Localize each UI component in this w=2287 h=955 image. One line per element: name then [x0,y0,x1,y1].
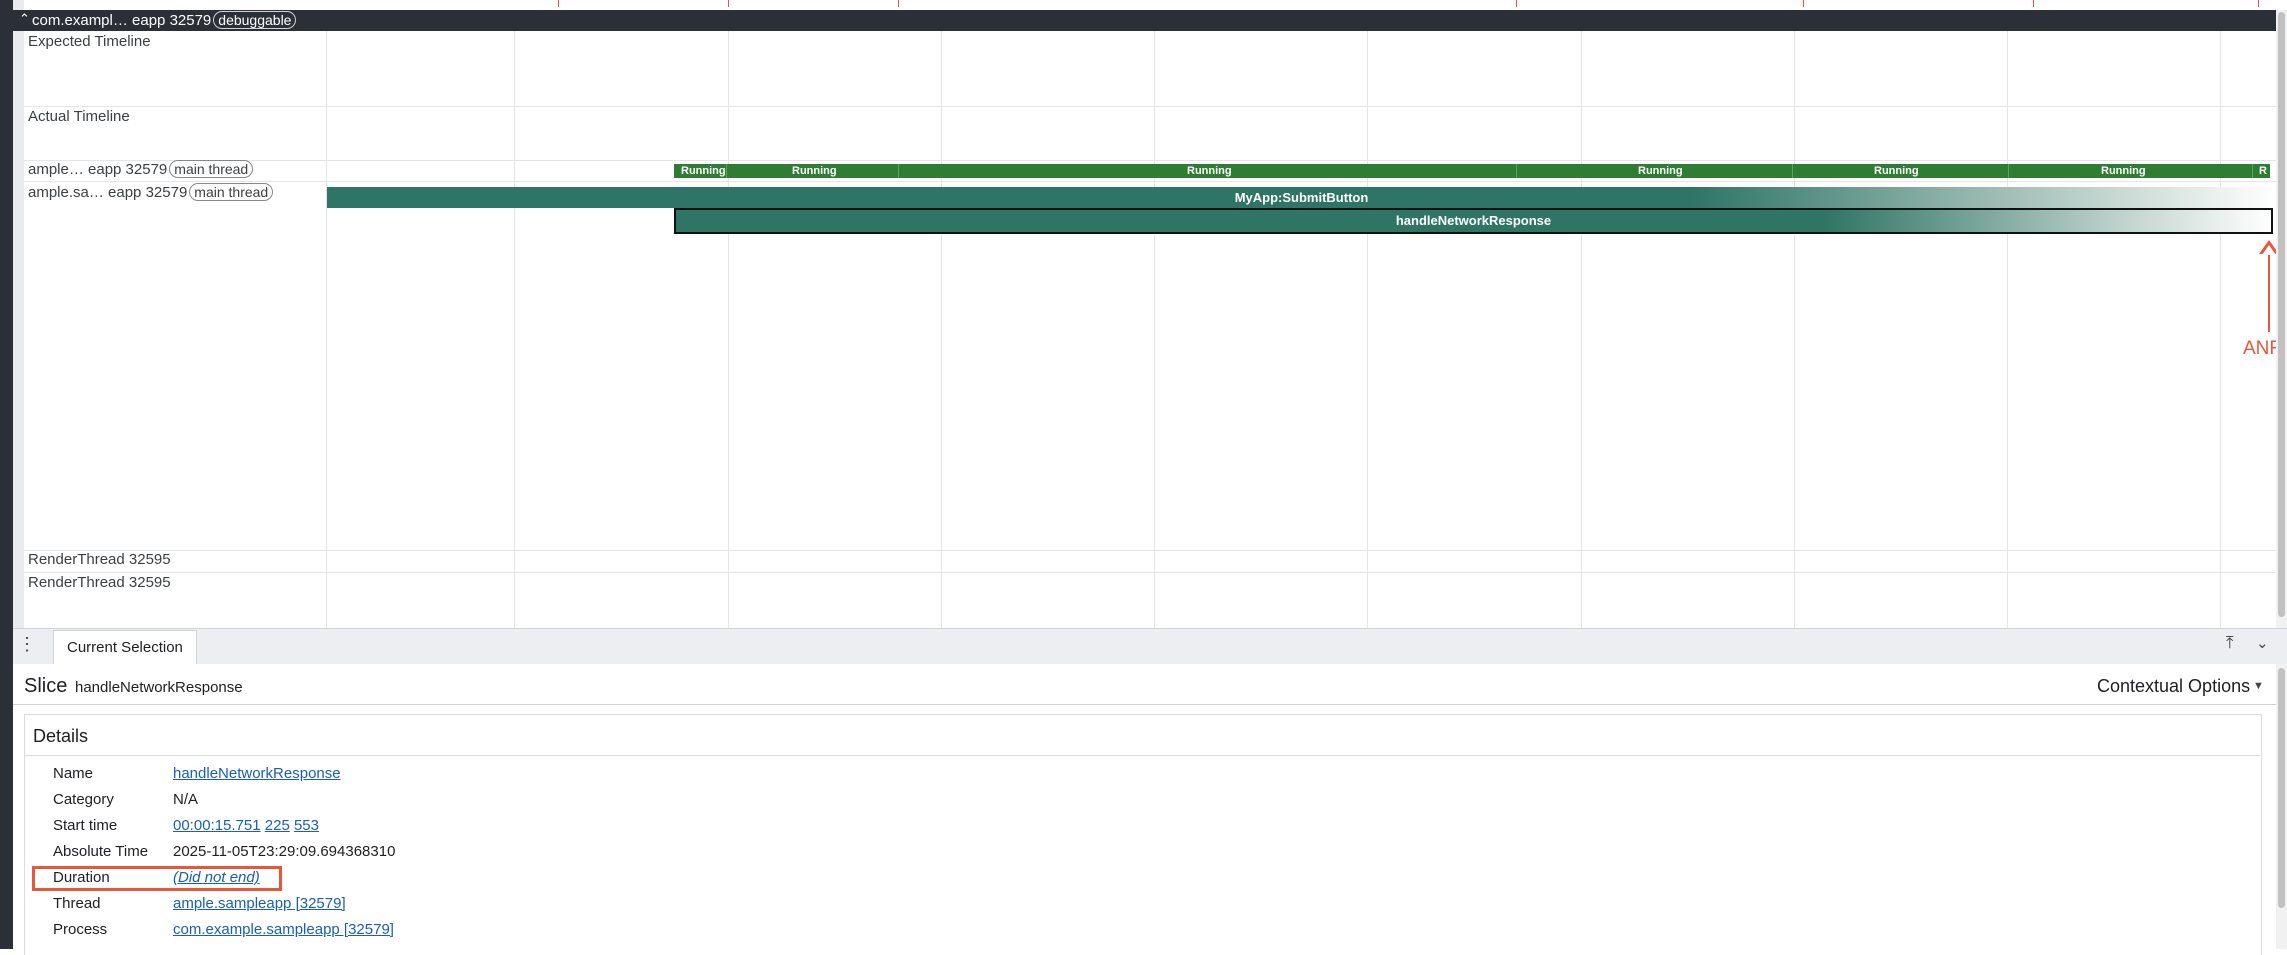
detail-value-thread-link[interactable]: ample.sampleapp [32579] [173,895,346,912]
debuggable-badge: debuggable [213,11,297,29]
grid-line [514,31,515,628]
state-separator [726,164,727,178]
details-section [24,714,2262,955]
process-name-text: com.exampl… eapp 32579 [32,12,212,29]
anr-arrow [2268,250,2270,332]
grid-line [1367,31,1368,628]
running-label: Running [681,165,726,177]
ruler-tick [1516,0,1517,7]
slice-handle-network-response[interactable]: handleNetworkResponse [674,208,2273,234]
main-thread-badge: main thread [189,183,274,201]
detail-value-start-time[interactable]: 00:00:15.751 225 553 [173,817,319,834]
time-ruler [24,0,2287,10]
divider [13,704,2276,705]
start-time-nano[interactable]: 553 [294,817,319,834]
track-divider [24,160,2276,161]
details-scrollbar-thumb[interactable] [2278,668,2285,908]
process-track-header[interactable]: ⌃ com.exampl… eapp 32579 debuggable [13,10,2276,31]
main-thread-badge: main thread [169,160,254,178]
ruler-tick [1803,0,1804,7]
divider [25,755,2260,756]
track-render-thread[interactable]: RenderThread 32595 [28,574,171,591]
vertical-dots-icon[interactable]: ⋮ [18,634,36,655]
detail-label-absolute-time: Absolute Time [53,843,149,860]
track-actual-timeline[interactable]: Actual Timeline [28,108,130,125]
start-time-seconds[interactable]: 00:00:15.751 [173,817,261,834]
track-divider [24,550,2276,551]
grid-line [326,31,327,628]
details-tab-bar [13,628,2287,665]
running-label: Running [792,165,837,177]
detail-label-duration: Duration [53,869,110,886]
ruler-tick [2258,0,2259,7]
tab-current-selection[interactable]: Current Selection [53,630,197,664]
detail-label-start-time: Start time [53,817,118,834]
detail-label-name: Name [53,765,94,782]
running-label: R [2259,165,2267,177]
grid-line [2007,31,2008,628]
detail-value-absolute-time: 2025-11-05T23:29:09.694368310 [173,843,396,860]
process-name: com.exampl… eapp 32579 debuggable [32,11,297,29]
state-separator [1792,164,1793,178]
ruler-tick [2033,0,2034,7]
grid-line [1154,31,1155,628]
state-separator [2252,164,2253,178]
grid-line [2220,31,2221,628]
track-divider [24,181,2276,182]
panel-heading-slice-name: handleNetworkResponse [75,679,243,696]
track-thread-state[interactable]: ample… eapp 32579 main thread [28,160,254,178]
running-label: Running [1187,165,1232,177]
thread-state-running[interactable]: Running Running Running Running Running … [674,164,2270,178]
detail-label-process: Process [53,921,108,938]
details-title: Details [33,726,89,746]
track-main-thread[interactable]: ample.sa… eapp 32579 main thread [28,183,274,201]
slice-submit-button[interactable]: MyApp:SubmitButton [327,187,2276,208]
detail-label-thread: Thread [53,895,101,912]
state-separator [898,164,899,178]
grid-line [1581,31,1582,628]
left-gutter [0,0,13,949]
pin-top-icon[interactable]: ⤒ [2226,633,2234,653]
chevron-down-icon[interactable]: ⌄ [2256,634,2269,652]
running-label: Running [2101,165,2146,177]
chevron-up-icon[interactable]: ⌃ [19,11,30,27]
arrow-head-inner [2262,245,2276,255]
detail-value-duration-link[interactable]: (Did not end) [173,869,260,886]
grid-line [941,31,942,628]
detail-label-category: Category [53,791,114,808]
state-separator [2008,164,2009,178]
contextual-options-button[interactable]: Contextual Options [2097,676,2250,697]
panel-heading: Slice [24,675,68,697]
caret-down-icon[interactable]: ▼ [2253,680,2264,692]
running-label: Running [1874,165,1919,177]
ruler-tick [728,0,729,7]
track-render-thread[interactable]: RenderThread 32595 [28,551,171,568]
thread-name: ample… eapp 32579 [28,161,168,178]
ruler-tick [558,0,559,7]
start-time-micro[interactable]: 225 [265,817,290,834]
track-divider [24,106,2276,107]
track-expected-timeline[interactable]: Expected Timeline [28,33,151,50]
thread-name: ample.sa… eapp 32579 [28,184,188,201]
track-scrollbar-thumb[interactable] [2278,12,2285,617]
state-separator [1516,164,1517,178]
detail-value-name-link[interactable]: handleNetworkResponse [173,765,341,782]
running-label: Running [1638,165,1683,177]
ruler-tick [898,0,899,7]
detail-value-category: N/A [173,791,199,808]
track-divider [24,572,2276,573]
track-shell-gutter [13,0,24,628]
grid-line [728,31,729,628]
grid-line [1794,31,1795,628]
track-area[interactable]: Expected Timeline Actual Timeline ample…… [24,31,2276,628]
detail-value-process-link[interactable]: com.example.sampleapp [32579] [173,921,394,938]
